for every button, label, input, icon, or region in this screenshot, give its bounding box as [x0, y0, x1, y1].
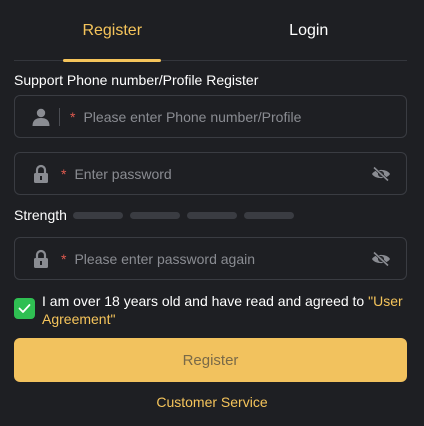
confirm-password-input[interactable] — [74, 250, 370, 267]
tab-login-label: Login — [289, 21, 329, 39]
agreement-checkbox[interactable] — [14, 298, 35, 319]
agreement-row: I am over 18 years old and have read and… — [14, 292, 407, 328]
strength-bar — [72, 211, 123, 219]
auth-tabs: Register Login — [14, 0, 408, 62]
lock-icon — [31, 164, 51, 184]
tab-register[interactable]: Register — [14, 0, 211, 62]
phone-field[interactable]: * — [14, 95, 407, 138]
password-input[interactable] — [74, 165, 370, 182]
check-icon — [18, 304, 31, 313]
register-page: Register Login Support Phone number/Prof… — [0, 0, 424, 426]
tab-register-label: Register — [82, 21, 143, 39]
register-button[interactable]: Register — [14, 338, 407, 382]
phone-input[interactable] — [83, 108, 406, 125]
strength-bar — [243, 211, 294, 219]
agreement-text: I am over 18 years old and have read and… — [42, 292, 407, 328]
required-mark: * — [70, 108, 76, 125]
strength-bar — [186, 211, 237, 219]
password-strength: Strength — [14, 207, 301, 223]
eye-off-icon[interactable] — [370, 250, 392, 268]
strength-bar — [129, 211, 180, 219]
lock-icon — [31, 249, 51, 269]
confirm-password-field[interactable]: * — [14, 237, 407, 280]
active-tab-indicator — [63, 59, 162, 62]
required-mark: * — [61, 250, 67, 267]
user-icon — [31, 107, 51, 127]
strength-label: Strength — [14, 207, 67, 223]
section-label: Support Phone number/Profile Register — [14, 72, 259, 88]
required-mark: * — [61, 165, 67, 182]
eye-off-icon[interactable] — [370, 165, 392, 183]
tab-login[interactable]: Login — [211, 0, 408, 61]
field-divider — [59, 107, 60, 126]
customer-service-link[interactable]: Customer Service — [0, 394, 424, 410]
password-field[interactable]: * — [14, 152, 407, 195]
agreement-statement: I am over 18 years old and have read and… — [42, 293, 369, 309]
